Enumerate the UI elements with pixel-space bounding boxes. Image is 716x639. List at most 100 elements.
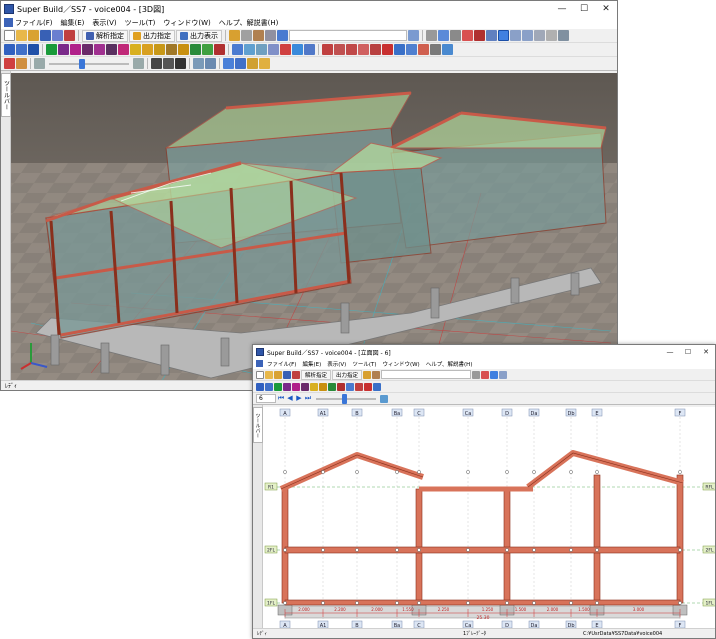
elevation-viewport[interactable]: A A1 B Ba C Ca D Da Db E F A A1 B Ba C Ca D Da Db E F R1 2FL 1FL…: [263, 407, 715, 628]
menu-tools[interactable]: ツール(T): [352, 360, 376, 368]
support-icon[interactable]: [328, 382, 336, 391]
print-icon[interactable]: [52, 30, 63, 41]
deform-icon[interactable]: [406, 44, 417, 55]
beam-icon[interactable]: [58, 44, 69, 55]
output-view-button[interactable]: 出力表示: [176, 29, 222, 42]
result-icon[interactable]: [373, 382, 381, 391]
node-icon[interactable]: [232, 44, 243, 55]
menu-help[interactable]: ヘルプ、解説書(H): [219, 18, 279, 28]
brace-icon[interactable]: [70, 44, 81, 55]
support-icon[interactable]: [190, 44, 201, 55]
view-toggle-icon[interactable]: [498, 30, 509, 41]
load-icon[interactable]: [142, 44, 153, 55]
column-icon[interactable]: [274, 382, 282, 391]
zoom-in-icon[interactable]: [133, 58, 144, 69]
menu-file[interactable]: ファイル(F): [267, 360, 296, 368]
chart-icon[interactable]: [256, 360, 263, 367]
section-icon[interactable]: [337, 382, 345, 391]
data-check-icon[interactable]: [292, 370, 300, 379]
view-toggle-icon[interactable]: [490, 370, 499, 379]
result-icon[interactable]: [394, 44, 405, 55]
maximize-button[interactable]: ☐: [679, 345, 697, 359]
layout-icon[interactable]: [486, 30, 497, 41]
moment-icon[interactable]: [358, 44, 369, 55]
model-icon[interactable]: [163, 58, 174, 69]
open-folder-icon[interactable]: [16, 30, 27, 41]
grid-view-icon[interactable]: [265, 382, 273, 391]
frame-view-icon[interactable]: [28, 44, 39, 55]
menu-edit[interactable]: 編集(E): [61, 18, 85, 28]
column-icon[interactable]: [46, 44, 57, 55]
chain-icon[interactable]: [304, 44, 315, 55]
copy-icon[interactable]: [372, 370, 381, 379]
link-chain-icon[interactable]: [16, 58, 27, 69]
menu-tools[interactable]: ツール(T): [125, 18, 156, 28]
save-icon[interactable]: [283, 370, 291, 379]
title-bar[interactable]: Super Build／SS7 - voice004 - [立面図 - 6] —…: [253, 345, 715, 359]
wall-icon[interactable]: [82, 44, 93, 55]
minimize-button[interactable]: —: [661, 345, 679, 359]
3d-viewport[interactable]: [11, 73, 617, 380]
section-icon[interactable]: [214, 44, 225, 55]
menu-file[interactable]: ファイル(F): [15, 18, 53, 28]
copy-icon[interactable]: [253, 30, 264, 41]
new-file-icon[interactable]: [256, 370, 264, 379]
render-icon[interactable]: [259, 58, 270, 69]
warning-icon[interactable]: [370, 44, 381, 55]
find-icon[interactable]: [438, 30, 449, 41]
rotate-icon[interactable]: [522, 30, 533, 41]
pile-icon[interactable]: [310, 382, 318, 391]
open-recent-icon[interactable]: [28, 30, 39, 41]
pan-icon[interactable]: [534, 30, 545, 41]
chart-icon[interactable]: [4, 18, 13, 27]
lock-icon[interactable]: [4, 58, 15, 69]
close-button[interactable]: ✕: [697, 345, 715, 359]
menu-view[interactable]: 表示(V): [92, 18, 116, 28]
refresh-icon[interactable]: [277, 30, 288, 41]
spring-icon[interactable]: [178, 44, 189, 55]
save-icon[interactable]: [40, 30, 51, 41]
shade-icon[interactable]: [235, 58, 246, 69]
zoom-out-icon[interactable]: [34, 58, 45, 69]
analysis-settings-button[interactable]: 解析指定: [301, 369, 332, 380]
zoom-slider[interactable]: [49, 58, 129, 69]
menu-window[interactable]: ウィンドウ(W): [163, 18, 210, 28]
new-file-icon[interactable]: [4, 30, 15, 41]
edit-icon[interactable]: [363, 370, 372, 379]
wire-icon[interactable]: [280, 44, 291, 55]
joint-icon[interactable]: [166, 44, 177, 55]
beam-icon[interactable]: [283, 382, 291, 391]
brace-icon[interactable]: [292, 382, 300, 391]
light-icon[interactable]: [223, 58, 234, 69]
fit-icon[interactable]: [546, 30, 557, 41]
delete-icon[interactable]: [426, 30, 437, 41]
first-page-icon[interactable]: ⏮: [277, 394, 285, 403]
open-recent-icon[interactable]: [274, 370, 282, 379]
last-page-icon[interactable]: ⏭: [304, 394, 312, 403]
copy-member-icon[interactable]: [268, 44, 279, 55]
seismic-icon[interactable]: [364, 382, 372, 391]
texture-icon[interactable]: [247, 58, 258, 69]
prev-page-icon[interactable]: ◀: [286, 394, 294, 403]
settings-icon[interactable]: [450, 30, 461, 41]
export-icon[interactable]: [442, 44, 453, 55]
command-combo[interactable]: [289, 30, 407, 41]
zoom-slider[interactable]: [316, 393, 376, 404]
zoom-slider-thumb[interactable]: [79, 58, 85, 69]
opening-icon[interactable]: [106, 44, 117, 55]
grid-red-icon[interactable]: [474, 30, 485, 41]
perspective-icon[interactable]: [193, 58, 204, 69]
minimize-button[interactable]: —: [551, 1, 573, 17]
panel-icon[interactable]: [154, 44, 165, 55]
camera-icon[interactable]: [151, 58, 162, 69]
point-load-icon[interactable]: [334, 44, 345, 55]
stress-icon[interactable]: [418, 44, 429, 55]
member-icon[interactable]: [202, 44, 213, 55]
walk-icon[interactable]: [175, 58, 186, 69]
title-bar[interactable]: Super Build／SS7 - voice004 - [3D図] — ☐ ✕: [1, 1, 617, 17]
output-settings-button[interactable]: 出力指定: [332, 369, 363, 380]
move-up-icon[interactable]: [510, 30, 521, 41]
pile-icon[interactable]: [130, 44, 141, 55]
link-icon[interactable]: [244, 44, 255, 55]
plan-view-icon[interactable]: [4, 44, 15, 55]
